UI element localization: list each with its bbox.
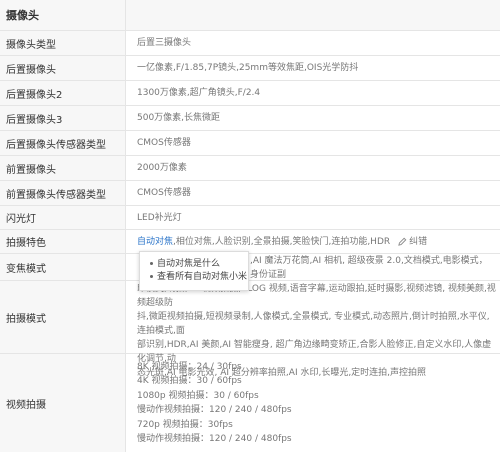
autofocus-popup: 自动对焦是什么 查看所有自动对焦小米 [139,251,249,291]
spec-label: 闪光灯 [0,206,126,229]
spec-value: 后置三摄像头 [137,38,192,48]
spec-value: 500万像素,长焦微距 [137,113,221,123]
spec-value: 1300万像素,超广角镜头,F/2.4 [137,88,261,98]
camera-spec-table: 摄像头 摄像头类型 后置三摄像头 后置摄像头 一亿像素,F/1.85,7P镜头,… [0,0,500,452]
popup-item[interactable]: 查看所有自动对焦小米 [150,271,248,284]
bullet-icon [150,275,153,278]
spec-row: 后置摄像头传感器类型 CMOS传感器 [0,131,500,156]
features-row: 拍摄特色 自动对焦 ,相位对焦,人脸识别,全景拍摄,笑脸快门,连拍功能,HDR … [0,230,500,254]
features-label: 拍摄特色 [0,230,126,253]
spec-label: 后置摄像头2 [0,81,126,105]
correct-label: 纠错 [409,236,428,247]
section-header-filler [126,0,496,30]
video-line: 慢动作视频拍摄：120 / 240 / 480fps [137,405,292,415]
video-line: 8K 视频拍摄：24 / 30fps [137,361,242,372]
bullet-icon [150,262,153,265]
spec-row: 后置摄像头3 500万像素,长焦微距 [0,106,500,131]
video-label: 视频拍摄 [0,354,126,452]
spec-value: 一亿像素,F/1.85,7P镜头,25mm等效焦距,OIS光学防抖 [137,63,359,73]
video-line: 720p 视频拍摄：30fps [137,419,233,430]
video-line: 4K 视频拍摄：30 / 60fps [137,376,242,386]
spec-row: 摄像头类型 后置三摄像头 [0,31,500,56]
section-title: 摄像头 [0,0,126,30]
shooting-row: 拍摄模式 ,AI 魔法万花筒,AI 相机, 超级夜景 2.0,文档模式,电影模式… [0,256,500,378]
spec-row: 前置摄像头 2000万像素 [0,156,500,181]
spec-label: 前置摄像头传感器类型 [0,181,126,205]
video-line: 1080p 视频拍摄：30 / 60fps [137,390,259,401]
autofocus-link[interactable]: 自动对焦 [137,235,173,249]
shooting-label: 拍摄模式 [0,281,126,353]
features-rest: ,相位对焦,人脸识别,全景拍摄,笑脸快门,连拍功能,HDR [173,236,391,247]
shooting-line: 抖,微距视频拍摄,短视频录制,人像模式,全景模式, 专业模式,动态照片,倒计时拍… [137,312,490,336]
spec-label: 后置摄像头传感器类型 [0,131,126,155]
video-row: 视频拍摄 8K 视频拍摄：24 / 30fps 4K 视频拍摄：30 / 60f… [0,354,500,452]
spec-label: 后置摄像头 [0,56,126,80]
spec-label: 后置摄像头3 [0,106,126,130]
video-line: 慢动作视频拍摄：120 / 240 / 480fps [137,434,292,444]
spec-row: 后置摄像头2 1300万像素,超广角镜头,F/2.4 [0,81,500,106]
section-header: 摄像头 [0,0,500,31]
popup-item[interactable]: 自动对焦是什么 [150,258,248,271]
video-value: 8K 视频拍摄：24 / 30fps 4K 视频拍摄：30 / 60fps 10… [137,354,496,452]
correct-button[interactable]: 纠错 [398,235,427,249]
spec-row: 前置摄像头传感器类型 CMOS传感器 [0,181,500,206]
spec-value: CMOS传感器 [137,138,191,148]
shooting-value: ,AI 魔法万花筒,AI 相机, 超级夜景 2.0,文档模式,电影模式，身份证副… [137,256,496,378]
popup-item-label: 查看所有自动对焦小米 [157,272,248,282]
spec-value: 2000万像素 [137,163,187,173]
spec-value: CMOS传感器 [137,188,191,198]
spec-row: 闪光灯 LED补光灯 [0,206,500,230]
spec-label: 前置摄像头 [0,156,126,180]
spec-value: LED补光灯 [137,212,182,223]
spec-row: 后置摄像头 一亿像素,F/1.85,7P镜头,25mm等效焦距,OIS光学防抖 [0,56,500,81]
popup-item-label: 自动对焦是什么 [157,259,221,269]
pencil-icon [398,237,407,246]
features-value: 自动对焦 ,相位对焦,人脸识别,全景拍摄,笑脸快门,连拍功能,HDR 纠错 [137,230,496,253]
zoom-label: 变焦模式 [0,254,126,280]
spec-label: 摄像头类型 [0,31,126,55]
